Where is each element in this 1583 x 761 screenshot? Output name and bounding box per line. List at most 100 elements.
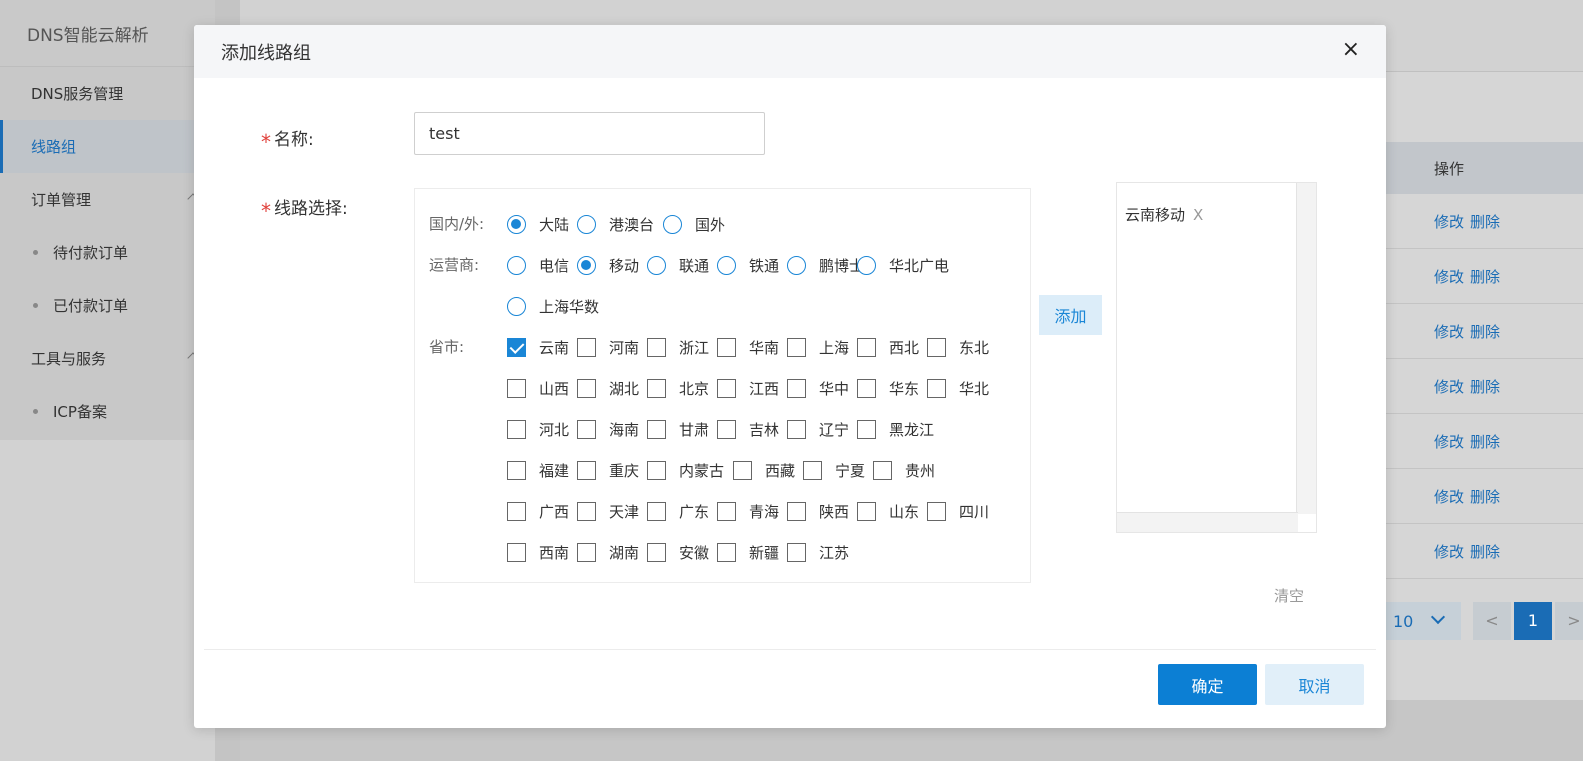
edit-link[interactable]: 修改: [1434, 433, 1464, 451]
checkbox[interactable]: [717, 378, 736, 398]
province-option[interactable]: 新疆: [717, 541, 779, 563]
province-option[interactable]: 四川: [927, 500, 989, 522]
checkbox[interactable]: [803, 460, 822, 480]
checkbox[interactable]: [507, 419, 526, 439]
checkbox[interactable]: [717, 419, 736, 439]
radio-button[interactable]: [507, 214, 526, 234]
radio-button[interactable]: [647, 255, 666, 275]
province-option[interactable]: 浙江: [647, 336, 709, 358]
province-option[interactable]: 东北: [927, 336, 989, 358]
page-size-select[interactable]: 10: [1373, 602, 1461, 640]
province-option[interactable]: 江西: [717, 377, 779, 399]
province-option[interactable]: 山东: [857, 500, 919, 522]
checkbox[interactable]: [577, 419, 596, 439]
checkbox[interactable]: [647, 337, 666, 357]
delete-link[interactable]: 删除: [1470, 323, 1500, 341]
checkbox[interactable]: [507, 378, 526, 398]
isp-option[interactable]: 联通: [647, 254, 709, 276]
checkbox[interactable]: [507, 337, 526, 357]
province-option[interactable]: 内蒙古: [647, 459, 724, 481]
checkbox[interactable]: [787, 419, 806, 439]
province-option[interactable]: 辽宁: [787, 418, 849, 440]
radio-button[interactable]: [787, 255, 806, 275]
radio-button[interactable]: [507, 255, 526, 275]
province-option[interactable]: 北京: [647, 377, 709, 399]
province-option[interactable]: 西藏: [733, 459, 795, 481]
province-option[interactable]: 江苏: [787, 541, 849, 563]
checkbox[interactable]: [857, 419, 876, 439]
horizontal-scrollbar[interactable]: [1117, 512, 1298, 532]
province-option[interactable]: 上海: [787, 336, 849, 358]
province-option[interactable]: 西北: [857, 336, 919, 358]
sidebar-item[interactable]: 订单管理: [0, 173, 215, 226]
delete-link[interactable]: 删除: [1470, 268, 1500, 286]
province-option[interactable]: 华南: [717, 336, 779, 358]
province-option[interactable]: 云南: [507, 336, 569, 358]
delete-link[interactable]: 删除: [1470, 488, 1500, 506]
checkbox[interactable]: [647, 501, 666, 521]
region-option[interactable]: 国外: [663, 213, 725, 235]
province-option[interactable]: 海南: [577, 418, 639, 440]
province-option[interactable]: 福建: [507, 459, 569, 481]
isp-option[interactable]: 移动: [577, 254, 639, 276]
province-option[interactable]: 河北: [507, 418, 569, 440]
radio-button[interactable]: [507, 296, 526, 316]
province-option[interactable]: 河南: [577, 336, 639, 358]
isp-option[interactable]: 华北广电: [857, 254, 949, 276]
province-option[interactable]: 吉林: [717, 418, 779, 440]
checkbox[interactable]: [577, 542, 596, 562]
delete-link[interactable]: 删除: [1470, 213, 1500, 231]
checkbox[interactable]: [717, 337, 736, 357]
clear-button[interactable]: 清空: [1274, 585, 1304, 606]
edit-link[interactable]: 修改: [1434, 488, 1464, 506]
isp-option[interactable]: 鹏博士: [787, 254, 864, 276]
province-option[interactable]: 湖南: [577, 541, 639, 563]
vertical-scrollbar[interactable]: [1296, 183, 1316, 514]
province-option[interactable]: 陕西: [787, 500, 849, 522]
sidebar-item[interactable]: 待付款订单: [0, 226, 215, 279]
checkbox[interactable]: [787, 337, 806, 357]
checkbox[interactable]: [577, 460, 596, 480]
radio-button[interactable]: [577, 214, 596, 234]
sidebar-item[interactable]: 线路组: [0, 120, 215, 173]
province-option[interactable]: 贵州: [873, 459, 935, 481]
remove-item-icon[interactable]: X: [1193, 206, 1203, 224]
province-option[interactable]: 甘肃: [647, 418, 709, 440]
edit-link[interactable]: 修改: [1434, 543, 1464, 561]
checkbox[interactable]: [647, 460, 666, 480]
province-option[interactable]: 西南: [507, 541, 569, 563]
checkbox[interactable]: [787, 378, 806, 398]
radio-button[interactable]: [717, 255, 736, 275]
delete-link[interactable]: 删除: [1470, 433, 1500, 451]
isp-option[interactable]: 电信: [507, 254, 569, 276]
sidebar-item[interactable]: DNS服务管理: [0, 67, 215, 120]
name-input[interactable]: [414, 112, 765, 155]
checkbox[interactable]: [507, 542, 526, 562]
edit-link[interactable]: 修改: [1434, 213, 1464, 231]
province-option[interactable]: 华东: [857, 377, 919, 399]
province-option[interactable]: 安徽: [647, 541, 709, 563]
delete-link[interactable]: 删除: [1470, 378, 1500, 396]
province-option[interactable]: 华北: [927, 377, 989, 399]
radio-button[interactable]: [577, 255, 596, 275]
checkbox[interactable]: [507, 460, 526, 480]
region-option[interactable]: 港澳台: [577, 213, 654, 235]
checkbox[interactable]: [927, 337, 946, 357]
checkbox[interactable]: [787, 542, 806, 562]
checkbox[interactable]: [577, 337, 596, 357]
checkbox[interactable]: [577, 501, 596, 521]
checkbox[interactable]: [927, 501, 946, 521]
checkbox[interactable]: [717, 542, 736, 562]
close-icon[interactable]: ×: [1342, 39, 1360, 61]
checkbox[interactable]: [733, 460, 752, 480]
province-option[interactable]: 重庆: [577, 459, 639, 481]
province-option[interactable]: 广东: [647, 500, 709, 522]
checkbox[interactable]: [857, 501, 876, 521]
isp-option[interactable]: 铁通: [717, 254, 779, 276]
checkbox[interactable]: [647, 542, 666, 562]
province-option[interactable]: 山西: [507, 377, 569, 399]
pager-current-page[interactable]: 1: [1514, 602, 1552, 640]
checkbox[interactable]: [647, 419, 666, 439]
sidebar-item[interactable]: 工具与服务: [0, 332, 215, 385]
province-option[interactable]: 黑龙江: [857, 418, 934, 440]
